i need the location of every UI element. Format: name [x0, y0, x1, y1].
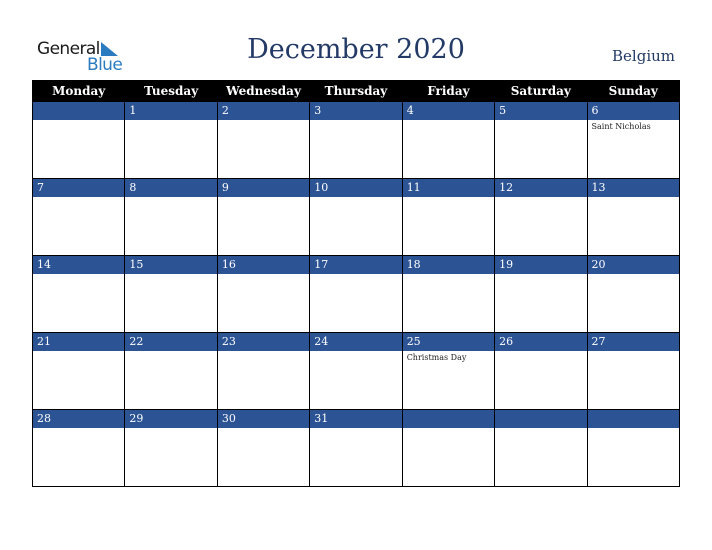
day-number: 6 — [587, 102, 679, 120]
week-row: 21 22 23 24 25 Christmas Day 26 27 — [31, 332, 681, 410]
day-cell[interactable]: 19 — [494, 255, 588, 333]
day-number: 16 — [217, 256, 310, 274]
day-number: 23 — [217, 333, 310, 351]
calendar-grid: Monday Tuesday Wednesday Thursday Friday… — [31, 80, 681, 487]
day-number: 29 — [125, 410, 217, 428]
day-number: 9 — [217, 179, 310, 197]
day-cell[interactable]: 5 — [494, 101, 588, 179]
day-cell[interactable]: 16 — [216, 255, 311, 333]
day-cell[interactable]: 27 — [586, 332, 681, 410]
day-number: 28 — [33, 410, 125, 428]
day-cell[interactable] — [401, 409, 496, 487]
day-number: 24 — [310, 333, 402, 351]
day-number: 19 — [495, 256, 587, 274]
day-number: 18 — [402, 256, 495, 274]
day-cell[interactable]: 3 — [309, 101, 403, 179]
day-cell[interactable]: 21 — [31, 332, 126, 410]
day-cell[interactable]: 17 — [309, 255, 403, 333]
day-cell[interactable]: 23 — [216, 332, 311, 410]
day-number: 21 — [33, 333, 125, 351]
day-cell[interactable]: 31 — [309, 409, 403, 487]
day-number — [587, 410, 679, 428]
weekday-header: Monday — [31, 80, 126, 102]
day-cell[interactable]: 20 — [586, 255, 681, 333]
weekday-header: Saturday — [494, 80, 588, 102]
day-number: 7 — [33, 179, 125, 197]
day-number — [33, 102, 125, 120]
day-number: 1 — [125, 102, 217, 120]
day-number: 25 — [402, 333, 495, 351]
day-number — [495, 410, 587, 428]
day-number: 15 — [125, 256, 217, 274]
day-cell[interactable]: 10 — [309, 178, 403, 256]
day-cell[interactable]: 7 — [31, 178, 126, 256]
day-number: 17 — [310, 256, 402, 274]
day-number: 20 — [587, 256, 679, 274]
day-cell[interactable]: 13 — [586, 178, 681, 256]
day-cell[interactable]: 12 — [494, 178, 588, 256]
day-cell[interactable]: 26 — [494, 332, 588, 410]
week-row: 1 2 3 4 5 6 Saint Nicholas — [31, 101, 681, 179]
day-cell[interactable] — [31, 101, 126, 179]
weekday-header: Sunday — [586, 80, 681, 102]
day-cell[interactable]: 29 — [124, 409, 218, 487]
day-cell[interactable]: 18 — [401, 255, 496, 333]
day-cell[interactable]: 2 — [216, 101, 311, 179]
weekday-header-row: Monday Tuesday Wednesday Thursday Friday… — [31, 80, 681, 102]
day-cell[interactable]: 1 — [124, 101, 218, 179]
day-cell[interactable]: 22 — [124, 332, 218, 410]
day-number: 11 — [402, 179, 495, 197]
day-number: 8 — [125, 179, 217, 197]
day-number: 4 — [402, 102, 495, 120]
day-cell[interactable]: 24 — [309, 332, 403, 410]
day-number — [402, 410, 495, 428]
holiday-label: Christmas Day — [406, 353, 467, 362]
day-number: 10 — [310, 179, 402, 197]
day-cell[interactable]: 14 — [31, 255, 126, 333]
week-row: 14 15 16 17 18 19 20 — [31, 255, 681, 333]
day-number: 2 — [217, 102, 310, 120]
day-cell[interactable]: 11 — [401, 178, 496, 256]
day-number: 14 — [33, 256, 125, 274]
weekday-header: Tuesday — [124, 80, 218, 102]
calendar-title: December 2020 — [247, 34, 465, 65]
day-number: 22 — [125, 333, 217, 351]
week-row: 28 29 30 31 — [31, 409, 681, 487]
week-row: 7 8 9 10 11 12 13 — [31, 178, 681, 256]
day-cell[interactable]: 4 — [401, 101, 496, 179]
day-number: 30 — [217, 410, 310, 428]
day-number: 12 — [495, 179, 587, 197]
day-cell[interactable]: 8 — [124, 178, 218, 256]
weekday-header: Friday — [401, 80, 496, 102]
day-cell[interactable]: 28 — [31, 409, 126, 487]
day-cell[interactable] — [586, 409, 681, 487]
day-number: 31 — [310, 410, 402, 428]
day-number: 13 — [587, 179, 679, 197]
weekday-header: Thursday — [309, 80, 403, 102]
day-number: 3 — [310, 102, 402, 120]
day-cell[interactable] — [494, 409, 588, 487]
day-number: 26 — [495, 333, 587, 351]
day-cell[interactable]: 15 — [124, 255, 218, 333]
day-cell[interactable]: 30 — [216, 409, 311, 487]
day-cell[interactable]: 6 Saint Nicholas — [586, 101, 681, 179]
holiday-label: Saint Nicholas — [591, 122, 651, 131]
country-label: Belgium — [612, 47, 675, 65]
day-cell[interactable]: 9 — [216, 178, 311, 256]
day-number: 27 — [587, 333, 679, 351]
day-cell[interactable]: 25 Christmas Day — [401, 332, 496, 410]
day-number: 5 — [495, 102, 587, 120]
weekday-header: Wednesday — [216, 80, 311, 102]
